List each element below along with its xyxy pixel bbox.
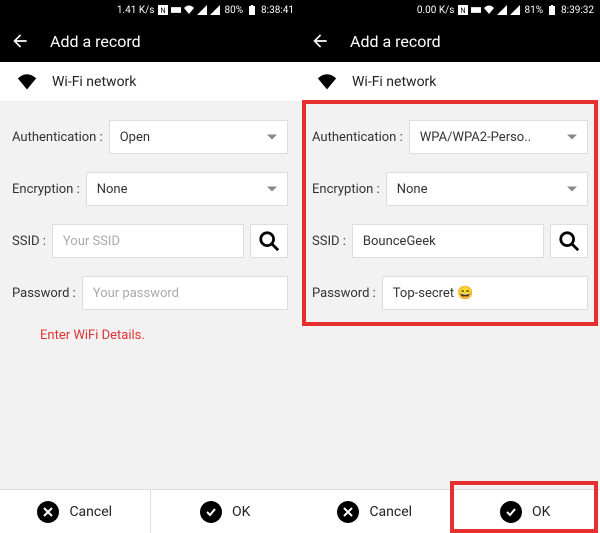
ssid-input[interactable]: Your SSID <box>52 224 244 258</box>
page-title: Add a record <box>50 32 141 51</box>
close-icon <box>37 501 59 523</box>
button-bar: Cancel OK <box>300 489 600 533</box>
volte-icon <box>171 5 181 15</box>
enc-label: Encryption : <box>312 182 380 197</box>
ssid-search-button[interactable] <box>550 224 588 258</box>
title-bar: Add a record <box>0 20 300 62</box>
cancel-button[interactable]: Cancel <box>0 490 151 533</box>
battery-pct: 80% <box>224 5 243 16</box>
clock: 8:39:32 <box>561 5 594 16</box>
close-icon <box>337 501 359 523</box>
wifi-section: Wi-Fi network <box>0 62 300 102</box>
auth-value: WPA/WPA2-Perso.. <box>420 130 531 145</box>
button-bar: Cancel OK <box>0 489 300 533</box>
wifi-icon <box>316 72 338 92</box>
search-icon <box>558 230 580 252</box>
wifi-icon <box>16 72 38 92</box>
auth-label: Authentication : <box>12 130 103 145</box>
pwd-label: Password : <box>12 286 76 301</box>
form-area: Authentication : Open Encryption : None … <box>0 102 300 489</box>
cancel-button[interactable]: Cancel <box>300 490 451 533</box>
enc-value: None <box>397 182 428 197</box>
signal-icon <box>510 5 520 15</box>
ok-button[interactable]: OK <box>151 490 301 533</box>
auth-dropdown[interactable]: WPA/WPA2-Perso.. <box>409 120 588 154</box>
cancel-label: Cancel <box>69 504 112 520</box>
battery-pct: 81% <box>524 5 543 16</box>
wifi-section: Wi-Fi network <box>300 62 600 102</box>
chevron-down-icon <box>267 135 277 140</box>
ssid-input[interactable]: BounceGeek <box>352 224 544 258</box>
signal-icon <box>210 5 220 15</box>
check-icon <box>200 501 222 523</box>
note-text: Enter WiFi Details. <box>12 328 288 343</box>
net-speed: 1.41 K/s <box>117 5 155 16</box>
clock: 8:38:41 <box>261 5 294 16</box>
enc-dropdown[interactable]: None <box>86 172 288 206</box>
back-icon[interactable] <box>310 31 330 51</box>
svg-text:N: N <box>461 7 466 15</box>
enc-label: Encryption : <box>12 182 80 197</box>
svg-text:N: N <box>161 7 166 15</box>
signal-icon <box>497 5 507 15</box>
wifi-label: Wi-Fi network <box>352 74 436 90</box>
status-icons: N <box>458 5 520 15</box>
battery-icon <box>547 5 557 15</box>
ssid-label: SSID : <box>312 234 346 249</box>
page-title: Add a record <box>350 32 441 51</box>
enc-value: None <box>97 182 128 197</box>
auth-label: Authentication : <box>312 130 403 145</box>
wifi-icon <box>184 5 194 15</box>
ssid-value: BounceGeek <box>363 234 436 249</box>
chevron-down-icon <box>567 135 577 140</box>
signal-icon <box>197 5 207 15</box>
ssid-label: SSID : <box>12 234 46 249</box>
search-icon <box>258 230 280 252</box>
chevron-down-icon <box>267 187 277 192</box>
auth-dropdown[interactable]: Open <box>109 120 288 154</box>
ssid-search-button[interactable] <box>250 224 288 258</box>
nfc-icon: N <box>458 5 468 15</box>
auth-value: Open <box>120 130 150 145</box>
ok-label: OK <box>532 504 550 520</box>
chevron-down-icon <box>567 187 577 192</box>
right-screen: 0.00 K/s N 81% 8:39:32 Add a record Wi-F… <box>300 0 600 533</box>
wifi-label: Wi-Fi network <box>52 74 136 90</box>
ssid-placeholder: Your SSID <box>63 234 120 249</box>
form-area: Authentication : WPA/WPA2-Perso.. Encryp… <box>300 102 600 489</box>
wifi-icon <box>484 5 494 15</box>
back-icon[interactable] <box>10 31 30 51</box>
left-screen: 1.41 K/s N 80% 8:38:41 Add a record Wi-F… <box>0 0 300 533</box>
ok-label: OK <box>232 504 250 520</box>
battery-icon <box>247 5 257 15</box>
check-icon <box>500 501 522 523</box>
pwd-input[interactable]: Your password <box>82 276 288 310</box>
volte-icon <box>471 5 481 15</box>
pwd-label: Password : <box>312 286 376 301</box>
pwd-placeholder: Your password <box>93 286 179 301</box>
enc-dropdown[interactable]: None <box>386 172 588 206</box>
pwd-input[interactable]: Top-secret 😄 <box>382 276 588 310</box>
ok-button[interactable]: OK <box>451 490 600 533</box>
net-speed: 0.00 K/s <box>417 5 455 16</box>
nfc-icon: N <box>158 5 168 15</box>
cancel-label: Cancel <box>369 504 412 520</box>
status-icons: N <box>158 5 220 15</box>
status-bar: 0.00 K/s N 81% 8:39:32 <box>300 0 600 20</box>
pwd-value: Top-secret 😄 <box>393 286 474 301</box>
title-bar: Add a record <box>300 20 600 62</box>
status-bar: 1.41 K/s N 80% 8:38:41 <box>0 0 300 20</box>
